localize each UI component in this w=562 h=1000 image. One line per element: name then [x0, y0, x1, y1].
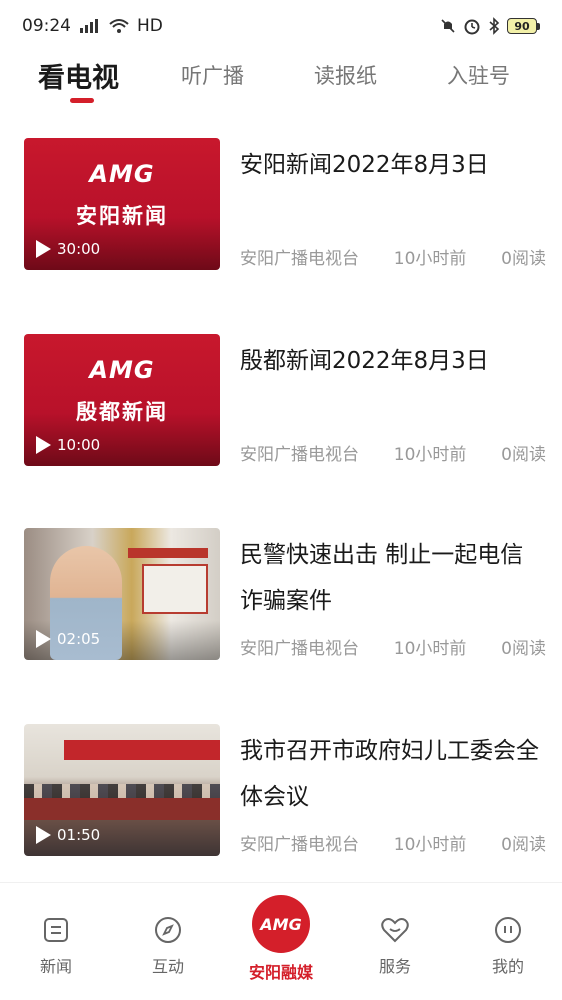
heart-icon [380, 915, 410, 945]
news-time: 10小时前 [393, 639, 467, 659]
status-time: 09:24 [22, 16, 71, 36]
duration-label: 10:00 [57, 436, 101, 454]
nav-news[interactable]: 新闻 [16, 915, 96, 977]
tab-read-newspaper[interactable]: 读报纸 [314, 60, 377, 90]
duration-label: 30:00 [57, 240, 101, 258]
play-icon [36, 826, 51, 844]
nav-anyang-media[interactable]: AMG 安阳融媒 [241, 895, 321, 983]
amg-logo: AMG [89, 356, 155, 384]
nav-service[interactable]: 服务 [355, 915, 435, 977]
battery-icon: 90 [507, 18, 540, 34]
video-thumbnail[interactable]: 02:05 [24, 528, 220, 660]
news-time: 10小时前 [393, 249, 467, 269]
cellular-signal-icon [79, 18, 101, 34]
amg-logo: AMG [89, 160, 155, 188]
news-item[interactable]: 01:50 我市召开市政府妇儿工委会全体会议 安阳广播电视台 10小时前 0阅读 [0, 698, 562, 868]
video-duration: 10:00 [36, 436, 100, 454]
news-meta: 安阳广播电视台 10小时前 0阅读 [240, 830, 546, 855]
play-icon [36, 436, 51, 454]
nav-mine[interactable]: 我的 [468, 915, 548, 977]
nav-label: 安阳融媒 [248, 963, 313, 982]
news-title[interactable]: 我市召开市政府妇儿工委会全体会议 [240, 728, 545, 820]
status-right: 90 [440, 17, 540, 35]
profile-icon [493, 915, 523, 945]
nav-label: 新闻 [39, 957, 72, 976]
video-duration: 01:50 [36, 826, 100, 844]
thumbnail-caption: 安阳新闻 [76, 204, 168, 228]
nav-label: 互动 [151, 957, 184, 976]
news-item[interactable]: AMG 安阳新闻 30:00 安阳新闻2022年8月3日 安阳广播电视台 10小… [0, 112, 562, 282]
news-source: 安阳广播电视台 [240, 835, 359, 855]
news-source: 安阳广播电视台 [240, 639, 359, 659]
status-left: 09:24 HD [22, 16, 163, 36]
tab-watch-tv[interactable]: 看电视 [38, 56, 119, 95]
active-tab-indicator [70, 98, 94, 103]
network-label: HD [137, 16, 163, 36]
video-duration: 30:00 [36, 240, 100, 258]
news-reads: 0阅读 [501, 835, 546, 855]
news-item[interactable]: AMG 殷都新闻 10:00 殷都新闻2022年8月3日 安阳广播电视台 10小… [0, 308, 562, 478]
news-time: 10小时前 [393, 835, 467, 855]
channel-tabs: 看电视 听广播 读报纸 入驻号 [0, 52, 562, 112]
news-title[interactable]: 殷都新闻2022年8月3日 [240, 338, 545, 384]
status-bar: 09:24 HD 90 [0, 0, 562, 52]
nav-interact[interactable]: 互动 [128, 915, 208, 977]
wifi-icon [109, 18, 129, 34]
news-meta: 安阳广播电视台 10小时前 0阅读 [240, 634, 546, 659]
news-icon [41, 915, 71, 945]
news-meta: 安阳广播电视台 10小时前 0阅读 [240, 440, 546, 465]
video-thumbnail[interactable]: AMG 殷都新闻 10:00 [24, 334, 220, 466]
duration-label: 02:05 [57, 630, 101, 648]
news-source: 安阳广播电视台 [240, 249, 359, 269]
bluetooth-icon [488, 17, 500, 35]
battery-level: 90 [507, 18, 537, 34]
tab-settled-accounts[interactable]: 入驻号 [447, 60, 510, 90]
news-title[interactable]: 民警快速出击 制止一起电信诈骗案件 [240, 532, 545, 624]
play-icon [36, 630, 51, 648]
compass-icon [153, 915, 183, 945]
video-duration: 02:05 [36, 630, 100, 648]
mute-icon [440, 18, 456, 34]
news-reads: 0阅读 [501, 249, 546, 269]
amg-logo: AMG [252, 895, 310, 953]
thumbnail-caption: 殷都新闻 [76, 400, 168, 424]
news-source: 安阳广播电视台 [240, 445, 359, 465]
tab-listen-radio[interactable]: 听广播 [181, 60, 244, 90]
nav-label: 服务 [378, 957, 411, 976]
alarm-icon [463, 17, 481, 35]
video-thumbnail[interactable]: AMG 安阳新闻 30:00 [24, 138, 220, 270]
news-item[interactable]: 02:05 民警快速出击 制止一起电信诈骗案件 安阳广播电视台 10小时前 0阅… [0, 502, 562, 672]
nav-label: 我的 [491, 957, 524, 976]
news-title[interactable]: 安阳新闻2022年8月3日 [240, 142, 545, 188]
video-thumbnail[interactable]: 01:50 [24, 724, 220, 856]
play-icon [36, 240, 51, 258]
bottom-nav: 新闻 互动 AMG 安阳融媒 服务 我的 [0, 882, 562, 1000]
news-meta: 安阳广播电视台 10小时前 0阅读 [240, 244, 546, 269]
news-reads: 0阅读 [501, 639, 546, 659]
news-reads: 0阅读 [501, 445, 546, 465]
news-time: 10小时前 [393, 445, 467, 465]
duration-label: 01:50 [57, 826, 101, 844]
